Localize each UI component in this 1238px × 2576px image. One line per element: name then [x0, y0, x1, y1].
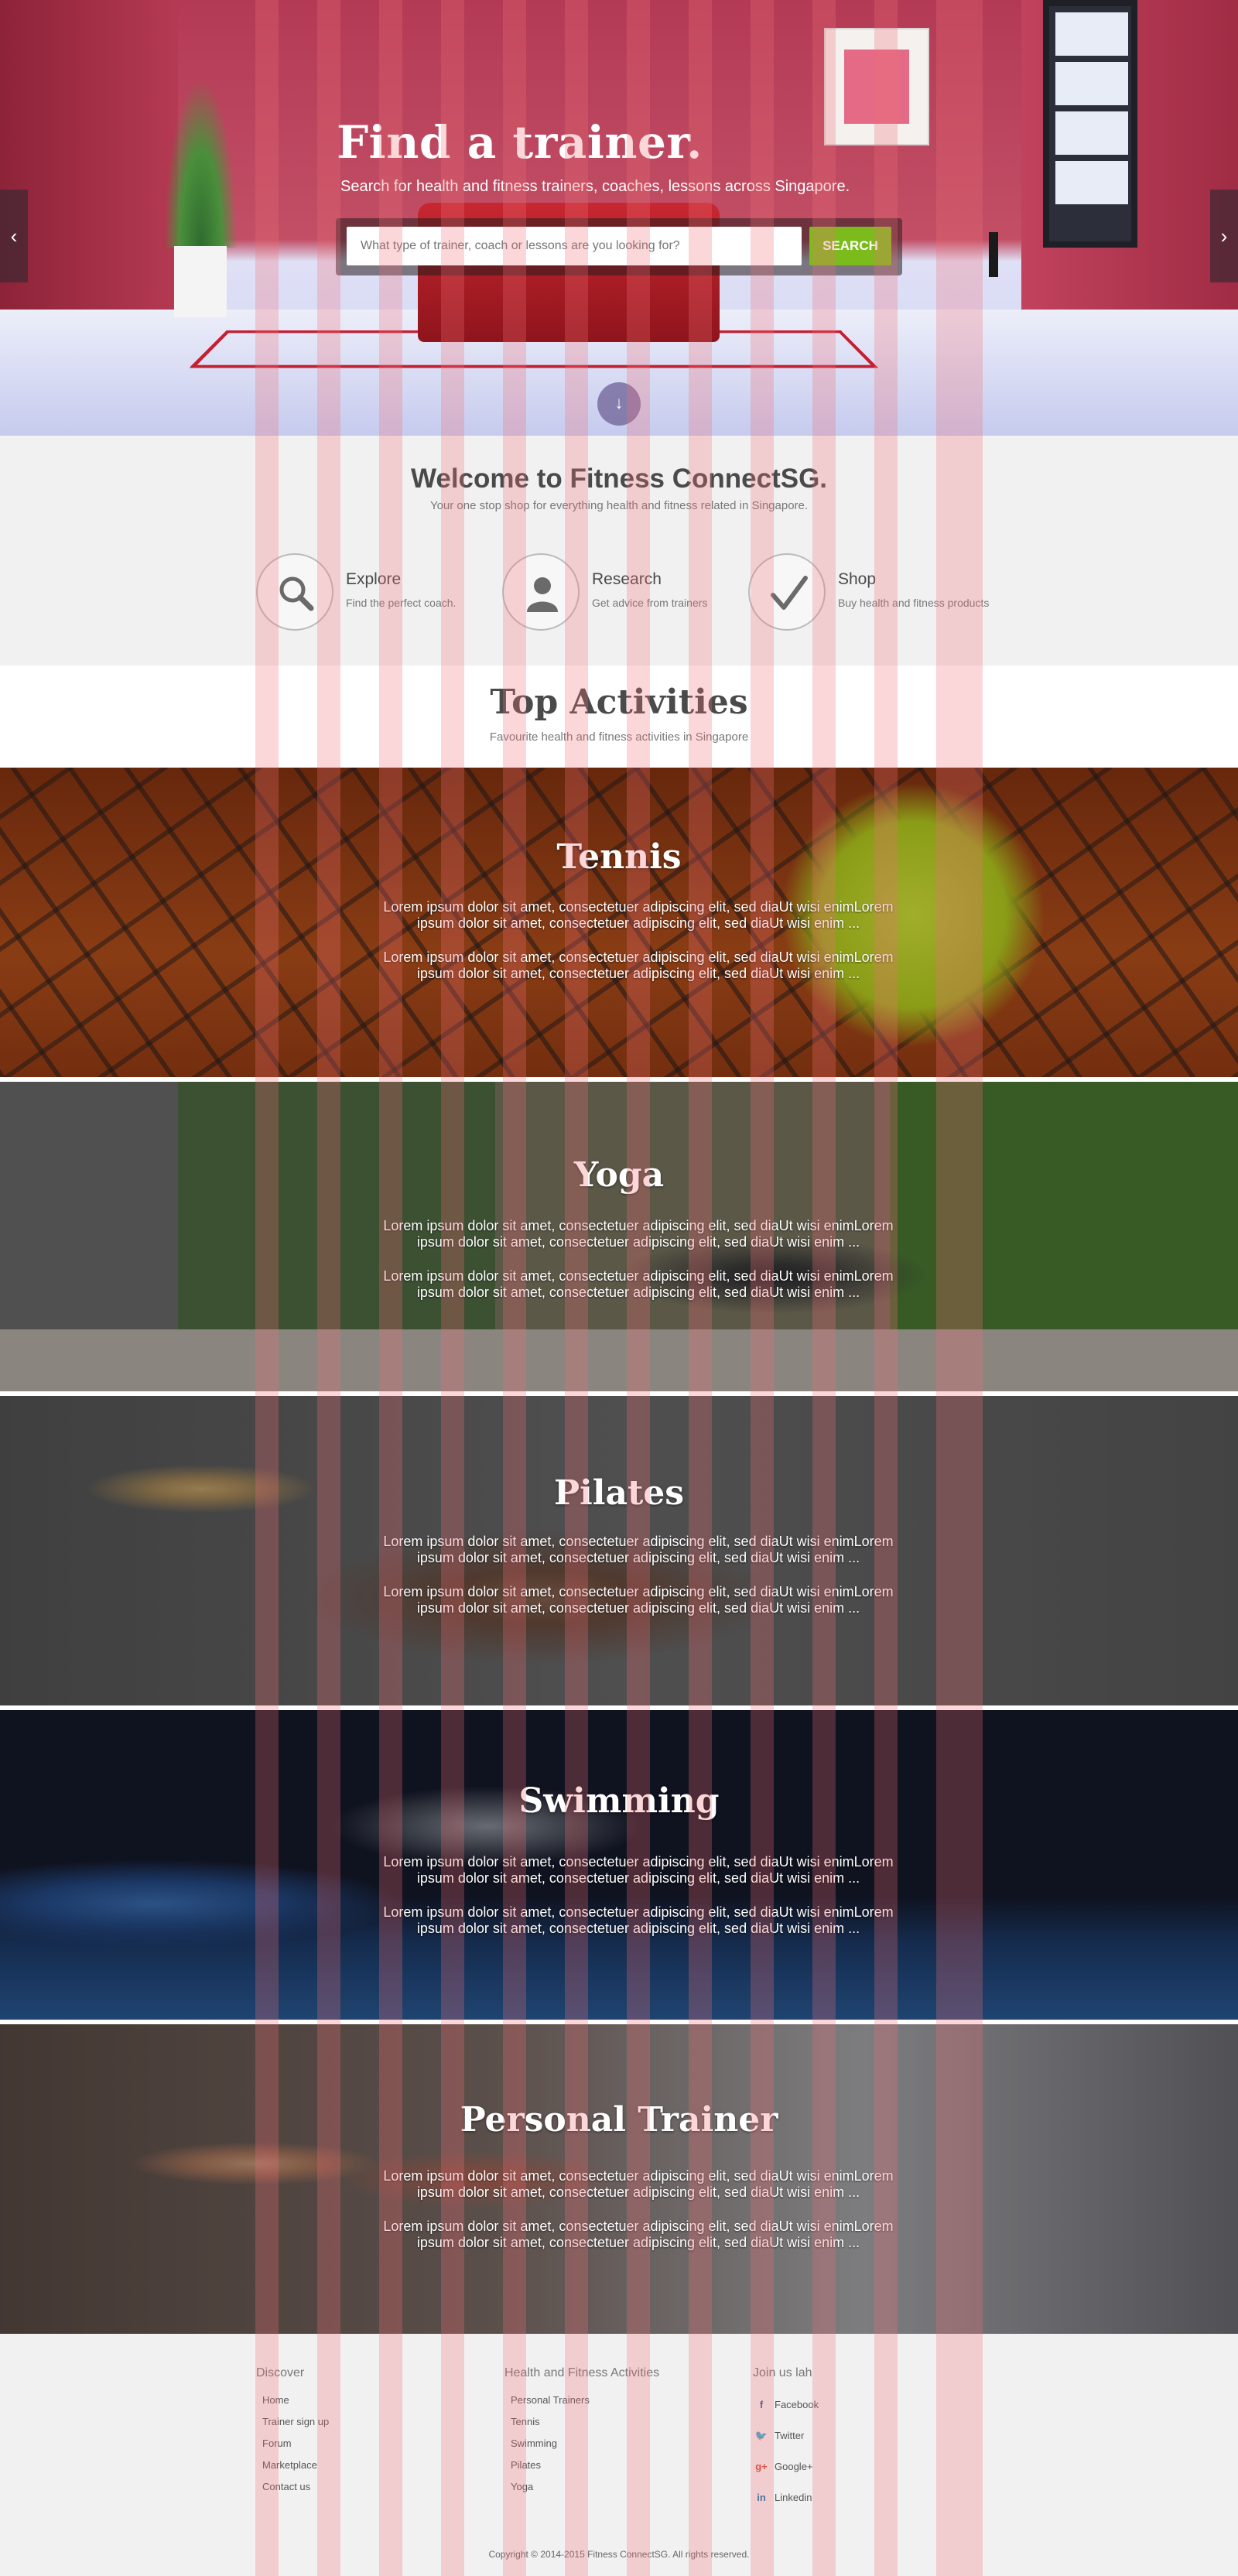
activity-text: Lorem ipsum dolor sit amet, consectetuer…: [383, 899, 894, 931]
activity-text: Lorem ipsum dolor sit amet, consectetuer…: [383, 1854, 894, 1886]
hero-plant-pot: [174, 246, 227, 317]
top-activities-title: Top Activities: [490, 682, 748, 722]
welcome-title: Welcome to Fitness ConnectSG.: [410, 464, 828, 494]
hero-vase: [989, 232, 998, 277]
footer-discover: Discover Home Trainer sign up Forum Mark…: [256, 2366, 329, 2498]
activity-title: Tennis: [556, 837, 682, 877]
activity-title: Swimming: [518, 1781, 720, 1821]
search-icon: [256, 553, 333, 631]
footer: Discover Home Trainer sign up Forum Mark…: [0, 2334, 1238, 2576]
footer-heading: Join us lah: [753, 2366, 812, 2379]
activity-text: Lorem ipsum dolor sit amet, consectetuer…: [383, 1534, 894, 1565]
footer-link-pilates[interactable]: Pilates: [504, 2455, 659, 2476]
carousel-next-arrow-icon[interactable]: ›: [1210, 190, 1238, 282]
feature-title: Research: [592, 570, 662, 588]
top-activities-subtitle: Favourite health and fitness activities …: [489, 730, 749, 744]
activity-text: Lorem ipsum dolor sit amet, consectetuer…: [383, 1904, 894, 1936]
hero-window: [1043, 0, 1137, 248]
activity-tennis[interactable]: Tennis Lorem ipsum dolor sit amet, conse…: [0, 768, 1238, 1077]
activity-text: Lorem ipsum dolor sit amet, consectetuer…: [383, 2219, 894, 2250]
activity-yoga[interactable]: Yoga Lorem ipsum dolor sit amet, consect…: [0, 1082, 1238, 1391]
search-input[interactable]: [347, 227, 802, 265]
linkedin-icon: in: [757, 2492, 766, 2503]
activity-text: Lorem ipsum dolor sit amet, consectetuer…: [383, 2168, 894, 2200]
social-label: Twitter: [775, 2430, 805, 2441]
footer-link-yoga[interactable]: Yoga: [504, 2476, 659, 2498]
twitter-icon: 🐦: [754, 2430, 768, 2441]
social-link-googleplus[interactable]: g+ Google+: [753, 2451, 819, 2482]
footer-link-forum[interactable]: Forum: [256, 2433, 329, 2455]
feature-desc: Find the perfect coach.: [346, 597, 457, 609]
check-icon: [748, 553, 826, 631]
hero-banner: Find a trainer. Search for health and fi…: [0, 0, 1238, 436]
social-label: Google+: [775, 2461, 813, 2472]
welcome-subtitle: Your one stop shop for everything health…: [429, 499, 809, 512]
activity-text: Lorem ipsum dolor sit amet, consectetuer…: [383, 949, 894, 981]
footer-link-home[interactable]: Home: [256, 2390, 329, 2411]
social-link-twitter[interactable]: 🐦 Twitter: [753, 2420, 819, 2451]
carousel-prev-arrow-icon[interactable]: ‹: [0, 190, 28, 282]
footer-link-marketplace[interactable]: Marketplace: [256, 2455, 329, 2476]
search-bar: SEARCH: [336, 218, 902, 275]
activity-swimming[interactable]: Swimming Lorem ipsum dolor sit amet, con…: [0, 1710, 1238, 2020]
hero-title: Find a trainer.: [337, 116, 703, 169]
welcome-section: Welcome to Fitness ConnectSG. Your one s…: [0, 436, 1238, 665]
facebook-icon: f: [759, 2399, 764, 2410]
feature-title: Explore: [346, 570, 402, 588]
search-button[interactable]: SEARCH: [809, 227, 891, 265]
hero-plant: [164, 77, 238, 248]
footer-heading: Health and Fitness Activities: [504, 2366, 660, 2379]
social-label: Linkedin: [775, 2492, 812, 2503]
activity-personal-trainer[interactable]: Personal Trainer Lorem ipsum dolor sit a…: [0, 2024, 1238, 2334]
feature-desc: Buy health and fitness products: [838, 597, 990, 609]
hero-subtitle: Search for health and fitness trainers, …: [340, 178, 850, 195]
top-activities-header: Top Activities Favourite health and fitn…: [0, 665, 1238, 768]
activity-pilates[interactable]: Pilates Lorem ipsum dolor sit amet, cons…: [0, 1396, 1238, 1705]
activity-text: Lorem ipsum dolor sit amet, consectetuer…: [383, 1268, 894, 1300]
footer-link-tennis[interactable]: Tennis: [504, 2411, 659, 2433]
feature-desc: Get advice from trainers: [592, 597, 708, 609]
copyright: Copyright © 2014-2015 Fitness ConnectSG.…: [488, 2549, 750, 2560]
scroll-down-icon[interactable]: ↓: [597, 382, 641, 426]
social-link-linkedin[interactable]: in Linkedin: [753, 2482, 819, 2513]
footer-link-personal-trainers[interactable]: Personal Trainers: [504, 2390, 659, 2411]
activity-title: Personal Trainer: [460, 2100, 778, 2140]
feature-title: Shop: [838, 570, 877, 588]
footer-link-trainer-signup[interactable]: Trainer sign up: [256, 2411, 329, 2433]
activity-text: Lorem ipsum dolor sit amet, consectetuer…: [383, 1584, 894, 1616]
social-label: Facebook: [775, 2399, 819, 2410]
footer-activities: Health and Fitness Activities Personal T…: [504, 2366, 659, 2498]
social-link-facebook[interactable]: f Facebook: [753, 2390, 819, 2420]
footer-link-swimming[interactable]: Swimming: [504, 2433, 659, 2455]
activity-title: Pilates: [553, 1473, 685, 1513]
user-icon: [502, 553, 580, 631]
footer-link-contact[interactable]: Contact us: [256, 2476, 329, 2498]
hero-picture-frame: [824, 28, 929, 145]
googleplus-icon: g+: [755, 2461, 768, 2472]
footer-social: Join us lah f Facebook 🐦 Twitter g+ Google+…: [753, 2366, 819, 2513]
activity-title: Yoga: [573, 1155, 665, 1195]
activity-text: Lorem ipsum dolor sit amet, consectetuer…: [383, 1218, 894, 1250]
footer-heading: Discover: [256, 2366, 305, 2379]
